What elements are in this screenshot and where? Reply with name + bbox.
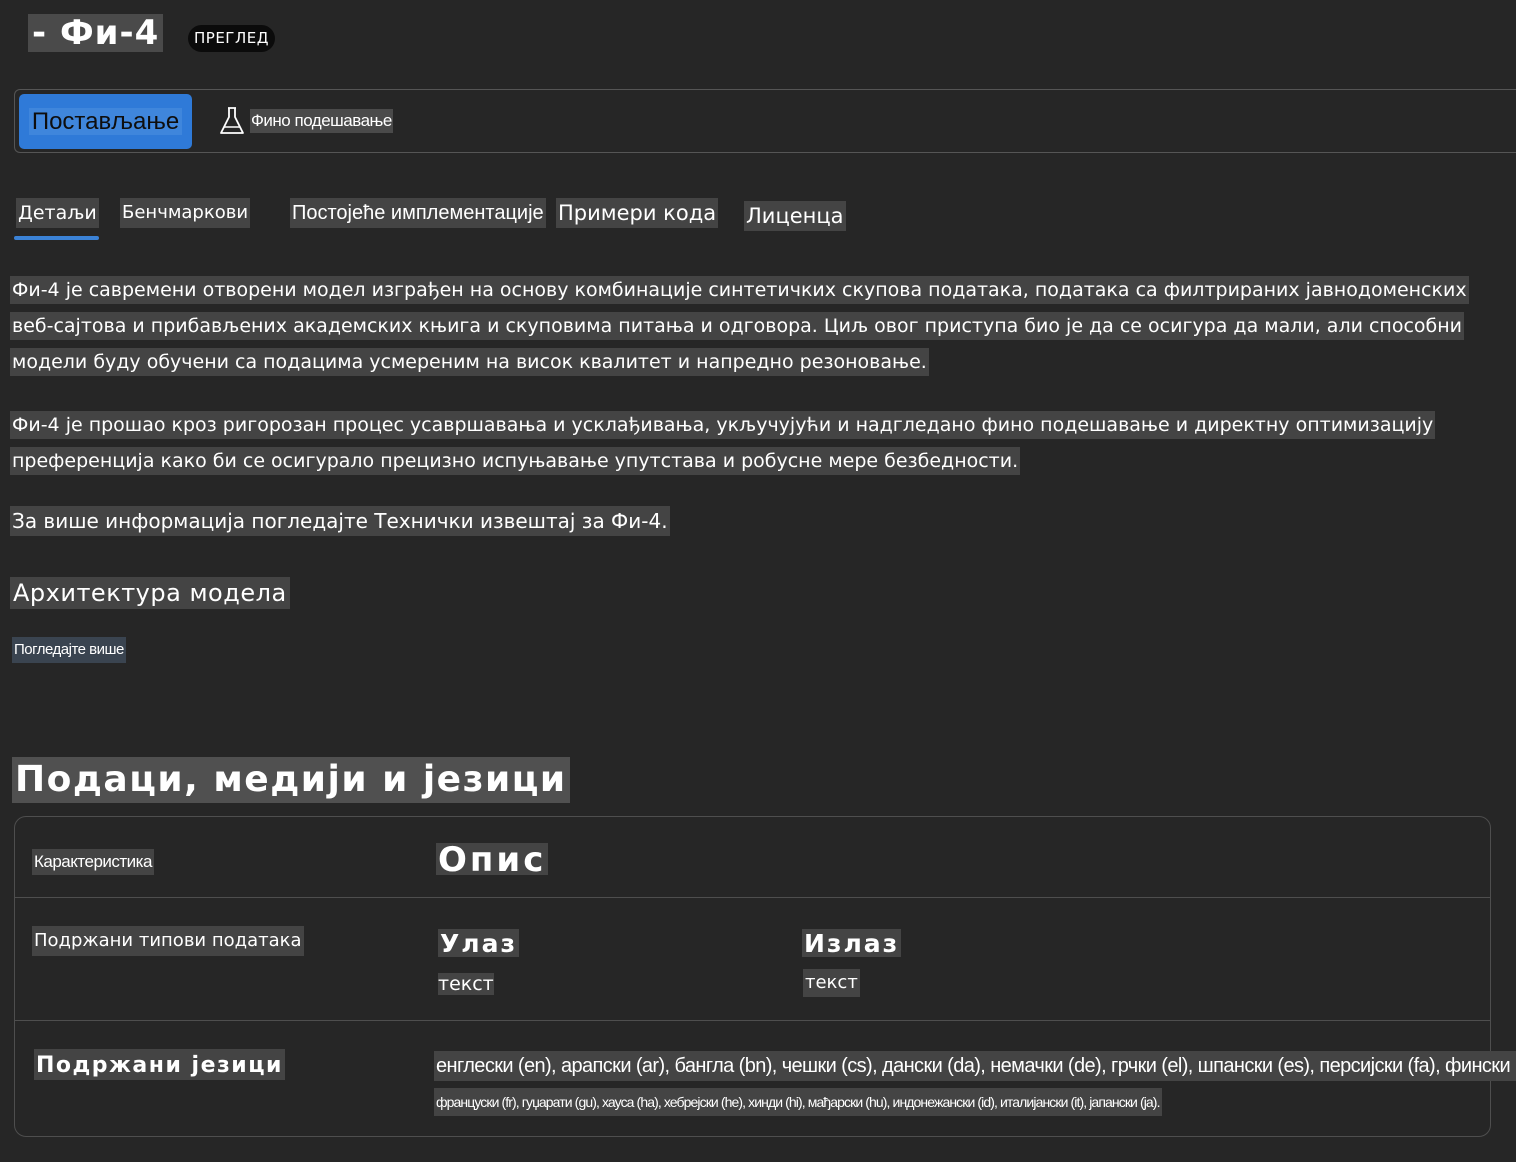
data-section-heading: Подаци, медији и језици (12, 757, 570, 803)
input-value: текст (436, 969, 496, 997)
languages-list-line-2: француски (fr), гуџарати (gu), хауса (ha… (434, 1088, 1162, 1116)
alignment-paragraph-text: Фи-4 је прошао кроз ригорозан процес уса… (10, 411, 1436, 475)
input-value-text: текст (438, 973, 494, 995)
deploy-button[interactable]: Постављање (19, 94, 192, 149)
alignment-paragraph: Фи-4 је прошао кроз ригорозан процес уса… (10, 407, 1480, 479)
description-paragraph-text: Фи-4 је савремени отворени модел изграђе… (10, 276, 1469, 376)
table-row-divider (14, 897, 1491, 898)
tab-code-samples[interactable]: Примери кода (556, 198, 719, 228)
flask-icon (220, 107, 244, 134)
page-title: - Фи-4 (28, 14, 164, 52)
output-value: текст (803, 969, 860, 997)
active-tab-indicator (14, 236, 99, 240)
see-more-link[interactable]: Погледајте више (12, 637, 126, 663)
table-header-description: Опис (436, 843, 549, 875)
architecture-heading: Архитектура модела (10, 577, 290, 609)
data-types-label: Подржани типови података (32, 926, 304, 956)
tab-license[interactable]: Лиценца (744, 201, 846, 231)
input-heading: Улаз (438, 929, 519, 957)
languages-label: Подржани језици (34, 1049, 285, 1080)
languages-list-line-1: енглески (en), арапски (ar), бангла (bn)… (434, 1051, 1516, 1081)
tab-implementations[interactable]: Постојеће имплементације (290, 198, 546, 228)
tab-benchmarks[interactable]: Бенчмаркови (120, 198, 251, 228)
deploy-button-label: Постављање (28, 108, 183, 135)
finetune-button[interactable]: Фино подешавање (218, 104, 393, 138)
table-header-feature: Карактеристика (32, 849, 154, 875)
report-paragraph: За више информација погледајте Технички … (10, 503, 1480, 539)
report-paragraph-text: За више информација погледајте Технички … (10, 506, 670, 536)
table-row-divider (14, 1020, 1491, 1021)
output-heading: Излаз (802, 929, 902, 957)
tab-details[interactable]: Детаљи (16, 198, 99, 228)
preview-badge: ПРЕГЛЕД (188, 25, 275, 52)
finetune-label: Фино подешавање (250, 109, 393, 133)
description-paragraph: Фи-4 је савремени отворени модел изграђе… (10, 272, 1480, 380)
